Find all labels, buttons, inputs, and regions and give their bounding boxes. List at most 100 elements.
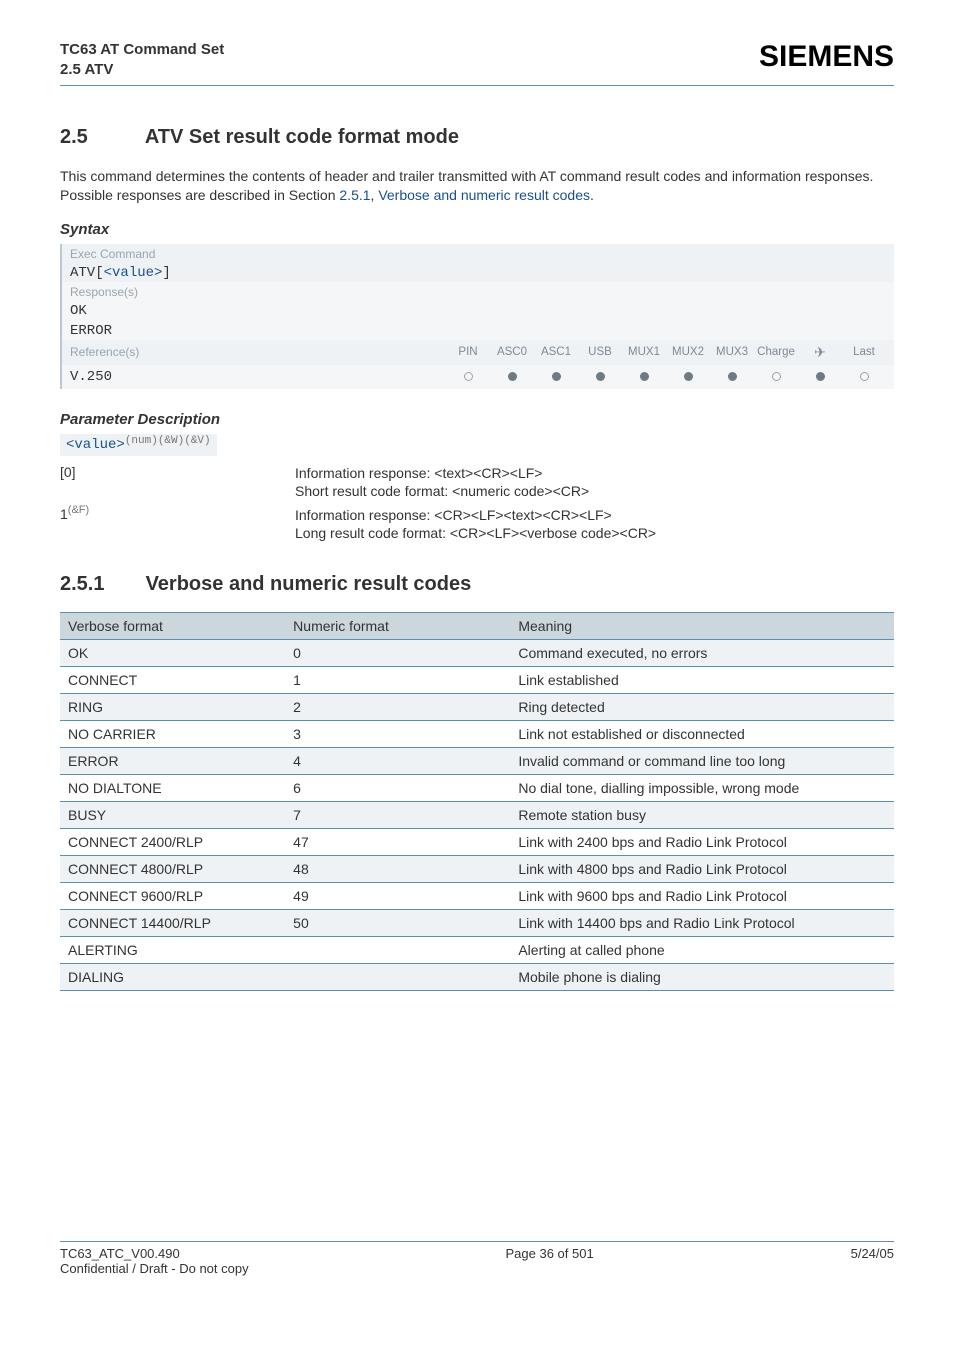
footer-date: 5/24/05 — [851, 1246, 894, 1276]
col-last: Last — [842, 346, 886, 358]
link-section-251[interactable]: 2.5.1 — [339, 187, 370, 203]
section-heading: 2.5 ATV Set result code format mode — [60, 126, 894, 149]
table-row: CONNECT 2400/RLP47Link with 2400 bps and… — [60, 829, 894, 856]
response-label: Response(s) — [62, 282, 894, 300]
availability-dot — [622, 369, 666, 384]
dot-filled-icon — [508, 372, 517, 381]
param-desc-1-l2: Long result code format: <CR><LF><verbos… — [295, 525, 656, 541]
table-cell: 6 — [285, 775, 510, 802]
brand-logo: SIEMENS — [759, 40, 894, 74]
dot-filled-icon — [728, 372, 737, 381]
doc-subtitle: 2.5 ATV — [60, 60, 224, 80]
response-ok: OK — [62, 300, 894, 320]
table-cell — [285, 937, 510, 964]
table-cell: 50 — [285, 910, 510, 937]
section-title-text: ATV Set result code format mode — [145, 126, 459, 148]
doc-title: TC63 AT Command Set — [60, 40, 224, 60]
col-asc1: ASC1 — [534, 346, 578, 358]
table-row: CONNECT 14400/RLP50Link with 14400 bps a… — [60, 910, 894, 937]
table-row: CONNECT 9600/RLP49Link with 9600 bps and… — [60, 883, 894, 910]
param-desc-1-l1: Information response: <CR><LF><text><CR>… — [295, 507, 612, 523]
table-cell: NO CARRIER — [60, 721, 285, 748]
subsection-title-text: Verbose and numeric result codes — [146, 573, 472, 595]
table-cell: CONNECT 2400/RLP — [60, 829, 285, 856]
table-cell: Ring detected — [510, 694, 894, 721]
parameter-tag-sup: (num)(&W)(&V) — [125, 435, 211, 447]
param-row-0: [0] Information response: <text><CR><LF>… — [60, 464, 894, 500]
col-mux1: MUX1 — [622, 346, 666, 358]
table-cell: CONNECT 14400/RLP — [60, 910, 285, 937]
references-label: Reference(s) — [70, 345, 430, 359]
table-cell: 3 — [285, 721, 510, 748]
availability-dot — [534, 369, 578, 384]
parameter-tag: <value>(num)(&W)(&V) — [60, 434, 217, 456]
param-desc-0-l1: Information response: <text><CR><LF> — [295, 465, 542, 481]
param-key-1: 1(&F) — [60, 506, 295, 542]
availability-dot — [446, 369, 490, 384]
availability-dot — [754, 369, 798, 384]
link-verbose-codes[interactable]: Verbose and numeric result codes — [378, 187, 590, 203]
availability-dot — [710, 369, 754, 384]
parameter-heading: Parameter Description — [60, 411, 894, 428]
reference-value-row: V.250 — [62, 365, 894, 389]
table-row: BUSY7Remote station busy — [60, 802, 894, 829]
table-cell: CONNECT 4800/RLP — [60, 856, 285, 883]
table-cell: NO DIALTONE — [60, 775, 285, 802]
col-mux3: MUX3 — [710, 346, 754, 358]
dot-empty-icon — [860, 372, 869, 381]
table-cell: Invalid command or command line too long — [510, 748, 894, 775]
availability-dot — [666, 369, 710, 384]
table-cell: Link with 9600 bps and Radio Link Protoc… — [510, 883, 894, 910]
subsection-heading: 2.5.1 Verbose and numeric result codes — [60, 573, 894, 596]
col-charge: Charge — [754, 346, 798, 358]
parameter-table: [0] Information response: <text><CR><LF>… — [60, 464, 894, 543]
footer-docid: TC63_ATC_V00.490 — [60, 1246, 180, 1261]
table-cell: Remote station busy — [510, 802, 894, 829]
table-cell: Alerting at called phone — [510, 937, 894, 964]
table-row: ERROR4Invalid command or command line to… — [60, 748, 894, 775]
table-cell: 49 — [285, 883, 510, 910]
table-cell: ERROR — [60, 748, 285, 775]
section-body: This command determines the contents of … — [60, 167, 894, 205]
table-cell: Link not established or disconnected — [510, 721, 894, 748]
subsection-number: 2.5.1 — [60, 573, 140, 596]
table-row: RING2Ring detected — [60, 694, 894, 721]
table-cell: 4 — [285, 748, 510, 775]
availability-dot — [842, 369, 886, 384]
col-numeric: Numeric format — [285, 613, 510, 640]
table-cell: Link established — [510, 667, 894, 694]
footer-page: Page 36 of 501 — [506, 1246, 594, 1276]
table-cell: 47 — [285, 829, 510, 856]
table-cell: Command executed, no errors — [510, 640, 894, 667]
table-row: NO CARRIER3Link not established or disco… — [60, 721, 894, 748]
syntax-block: Exec Command ATV[<value>] Response(s) OK… — [60, 244, 894, 389]
table-cell: 0 — [285, 640, 510, 667]
table-cell — [285, 964, 510, 991]
table-cell: Link with 14400 bps and Radio Link Proto… — [510, 910, 894, 937]
dot-filled-icon — [640, 372, 649, 381]
col-verbose: Verbose format — [60, 613, 285, 640]
section-number: 2.5 — [60, 126, 140, 149]
col-usb: USB — [578, 346, 622, 358]
table-row: DIALINGMobile phone is dialing — [60, 964, 894, 991]
response-error: ERROR — [62, 320, 894, 340]
table-cell: 48 — [285, 856, 510, 883]
table-cell: Link with 4800 bps and Radio Link Protoc… — [510, 856, 894, 883]
availability-dots — [446, 369, 886, 384]
airplane-icon: ✈ — [798, 344, 842, 361]
syntax-heading: Syntax — [60, 221, 894, 238]
reference-value: V.250 — [70, 369, 430, 385]
result-codes-table: Verbose format Numeric format Meaning OK… — [60, 612, 894, 991]
exec-param: <value> — [104, 265, 163, 281]
table-cell: DIALING — [60, 964, 285, 991]
exec-command: ATV[<value>] — [62, 262, 894, 282]
col-meaning: Meaning — [510, 613, 894, 640]
table-cell: 2 — [285, 694, 510, 721]
availability-dot — [578, 369, 622, 384]
dot-filled-icon — [552, 372, 561, 381]
table-cell: CONNECT 9600/RLP — [60, 883, 285, 910]
table-row: CONNECT 4800/RLP48Link with 4800 bps and… — [60, 856, 894, 883]
availability-columns: PIN ASC0 ASC1 USB MUX1 MUX2 MUX3 Charge … — [446, 344, 886, 361]
table-cell: 1 — [285, 667, 510, 694]
dot-filled-icon — [596, 372, 605, 381]
